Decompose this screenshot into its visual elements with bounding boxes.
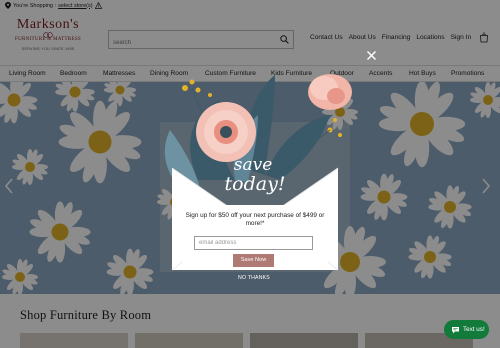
chat-bubble-icon — [452, 326, 459, 333]
popup-offer-text: Sign up for $50 off your next purchase o… — [185, 212, 325, 227]
no-thanks-link[interactable]: NO THANKS — [232, 275, 276, 281]
popup-headline-line2: today! — [225, 173, 286, 195]
save-now-button[interactable]: Save Now — [233, 254, 274, 267]
text-us-button[interactable]: Text us! — [444, 320, 489, 339]
popup-headline-line1: save — [234, 155, 273, 175]
chat-label: Text us! — [463, 326, 485, 333]
close-icon[interactable] — [366, 50, 377, 61]
email-field[interactable] — [194, 236, 313, 250]
